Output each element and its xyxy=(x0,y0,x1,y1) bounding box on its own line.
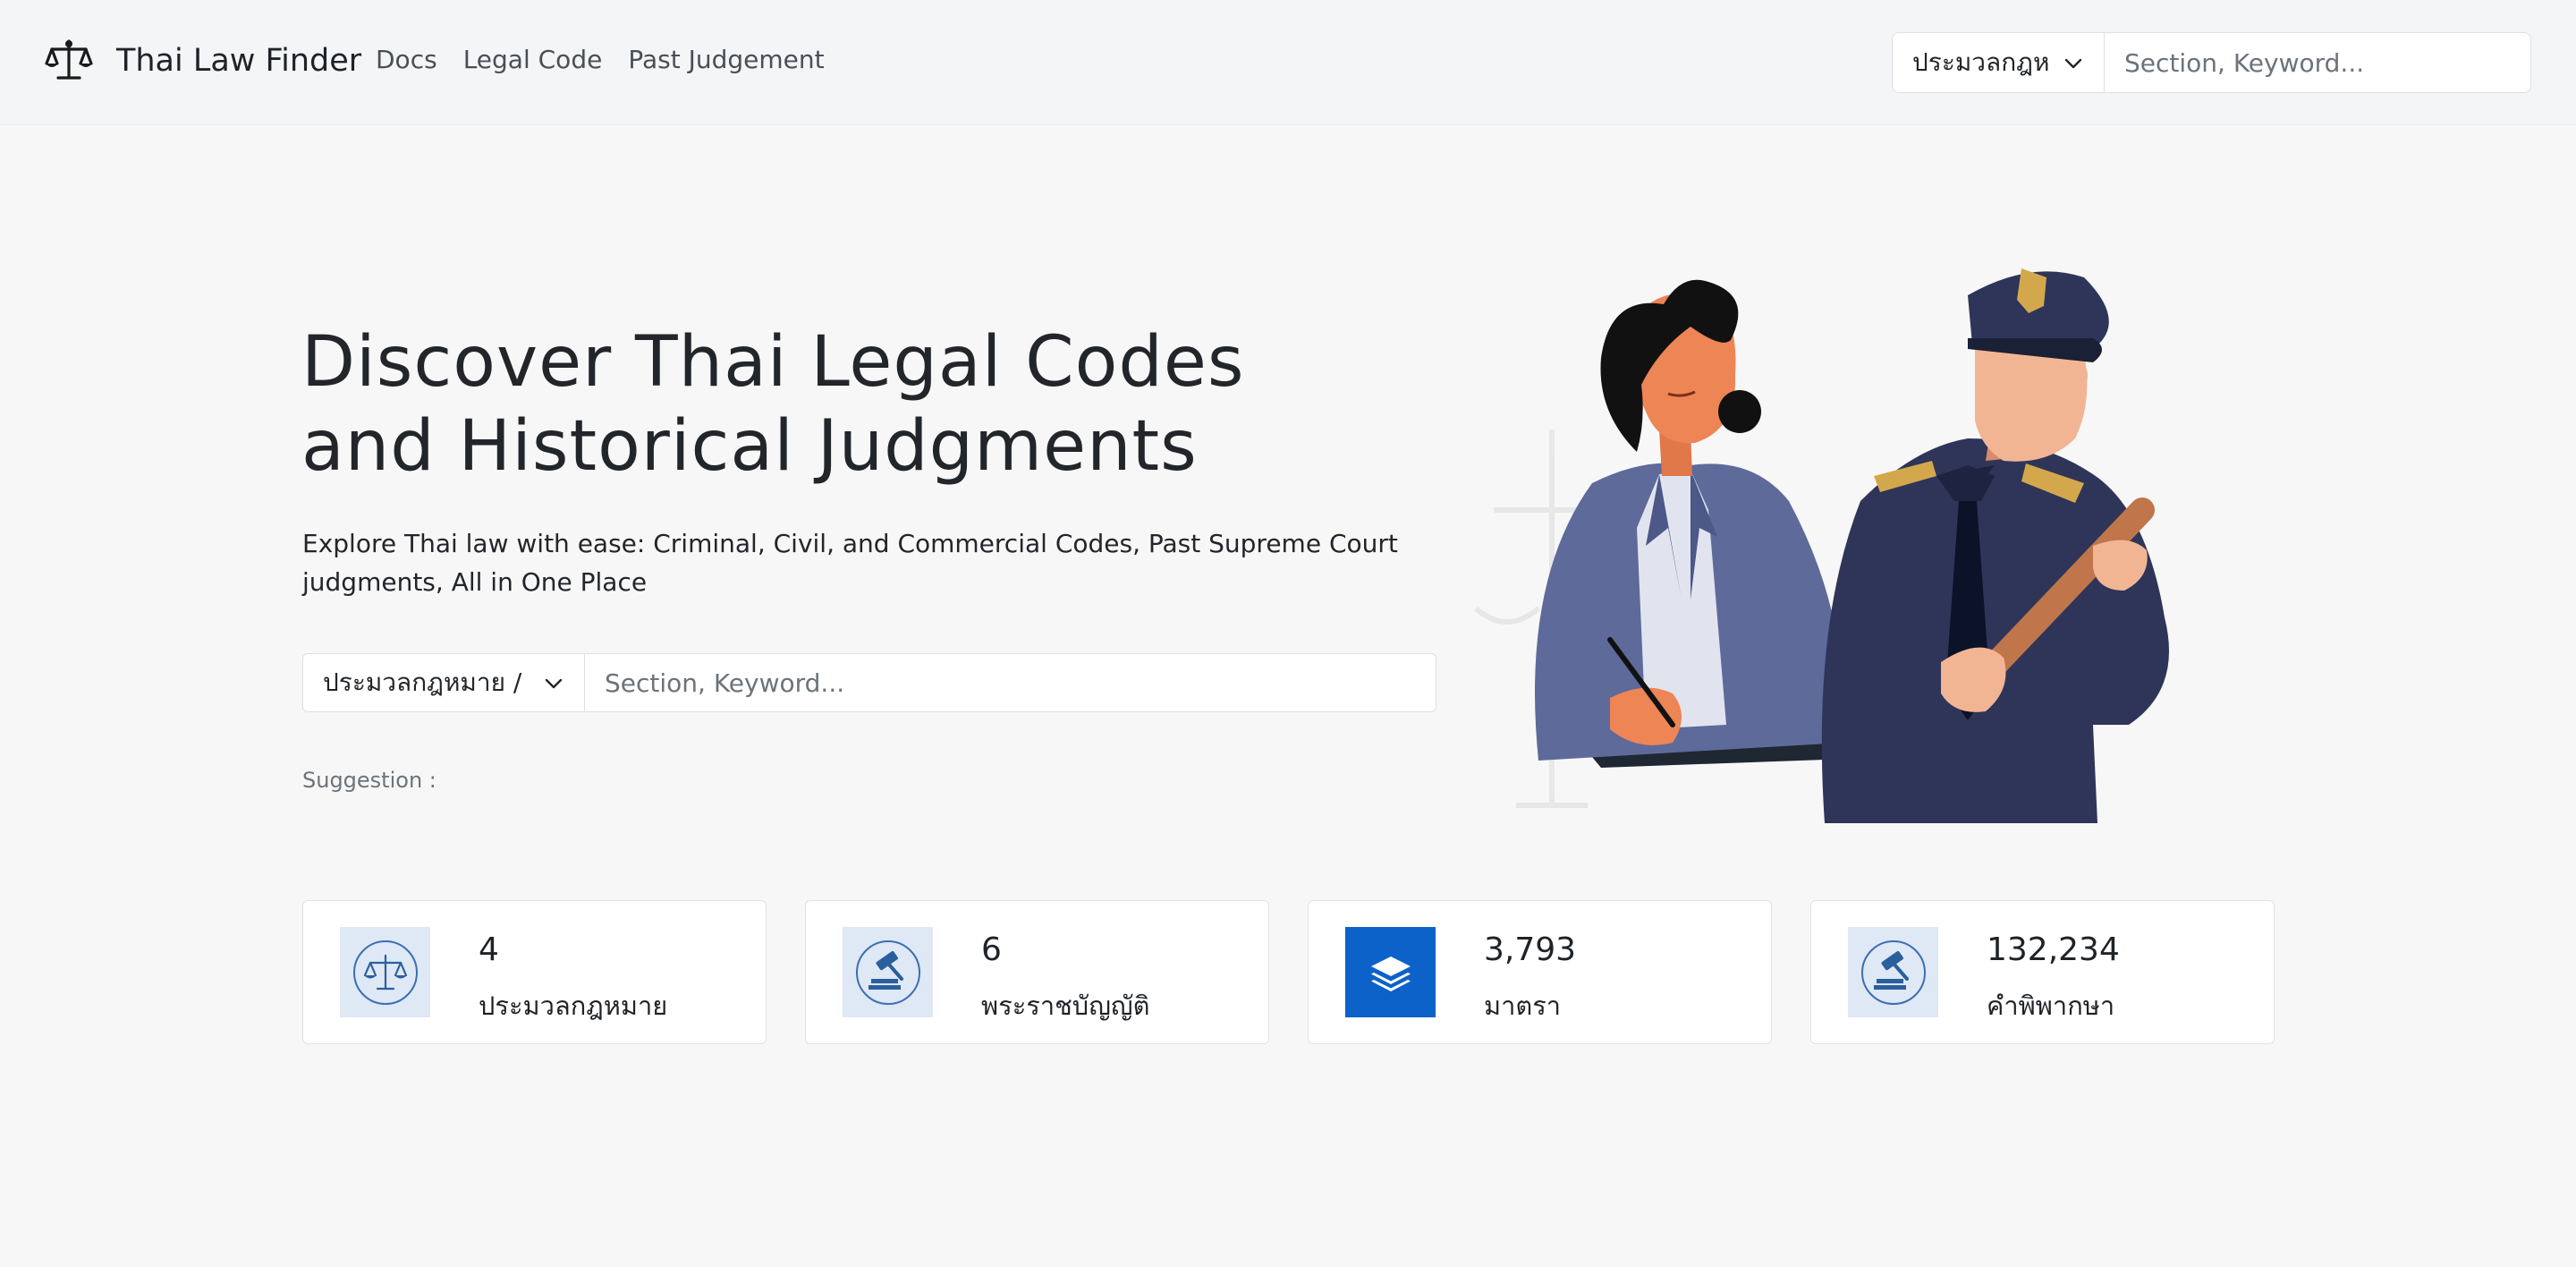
hero-law-select[interactable]: ประมวลกฎหมาย / ประมวลกฎหมาย xyxy=(303,654,585,711)
stat-icon-box xyxy=(340,927,430,1017)
stat-label: มาตรา xyxy=(1484,991,1562,1021)
stat-card-judgments[interactable]: 132,234 คำพิพากษา xyxy=(1810,900,2275,1044)
stat-value: 6 xyxy=(981,931,1002,968)
stat-label: ประมวลกฎหมาย xyxy=(479,991,668,1021)
header-search: ประมวลกฎห xyxy=(1892,32,2531,93)
hero-title: Discover Thai Legal Codes and Historical… xyxy=(301,322,1245,487)
hero-search: ประมวลกฎหมาย / ประมวลกฎหมาย xyxy=(302,653,1436,712)
header-law-select-value: ประมวลกฎห xyxy=(1912,47,2048,77)
suggestion-label: Suggestion : xyxy=(302,768,436,793)
stat-icon-box xyxy=(1848,927,1938,1017)
nav-link-past-judgement[interactable]: Past Judgement xyxy=(628,45,824,74)
layers-icon xyxy=(1370,956,1411,991)
hero-search-input[interactable] xyxy=(585,654,1436,711)
chevron-down-icon xyxy=(545,678,563,689)
stat-value: 4 xyxy=(479,931,499,968)
hero-subtitle: Explore Thai law with ease: Criminal, Ci… xyxy=(302,529,1398,597)
stat-value: 132,234 xyxy=(1987,931,2120,968)
chevron-down-icon xyxy=(2064,58,2082,69)
scales-of-justice-icon xyxy=(45,39,93,80)
main-nav: Docs Legal Code Past Judgement xyxy=(376,45,851,74)
stat-card-legal-codes[interactable]: 4 ประมวลกฎหมาย xyxy=(302,900,767,1044)
hero-law-select-value: ประมวลกฎหมาย / ประมวลกฎหมาย xyxy=(323,668,529,697)
stat-icon-box xyxy=(843,927,933,1017)
stat-label: พระราชบัญญัติ xyxy=(981,991,1150,1021)
stat-icon-box xyxy=(1345,927,1436,1017)
brand-link[interactable]: Thai Law Finder xyxy=(45,34,361,88)
stat-card-sections[interactable]: 3,793 มาตรา xyxy=(1308,900,1772,1044)
gavel-icon xyxy=(1860,940,1926,1005)
stat-value: 3,793 xyxy=(1484,931,1577,968)
top-navbar: Thai Law Finder Docs Legal Code Past Jud… xyxy=(0,0,2576,125)
stat-label: คำพิพากษา xyxy=(1987,991,2115,1021)
nav-link-legal-code[interactable]: Legal Code xyxy=(463,45,603,74)
header-search-input[interactable] xyxy=(2105,33,2530,92)
gavel-icon xyxy=(855,940,920,1005)
stat-card-acts[interactable]: 6 พระราชบัญญัติ xyxy=(805,900,1269,1044)
header-law-select[interactable]: ประมวลกฎห xyxy=(1893,33,2105,92)
scales-icon xyxy=(352,940,418,1005)
lawyer-and-police-illustration xyxy=(1474,268,2169,823)
brand-name: Thai Law Finder xyxy=(116,43,362,79)
nav-link-docs[interactable]: Docs xyxy=(376,45,437,74)
